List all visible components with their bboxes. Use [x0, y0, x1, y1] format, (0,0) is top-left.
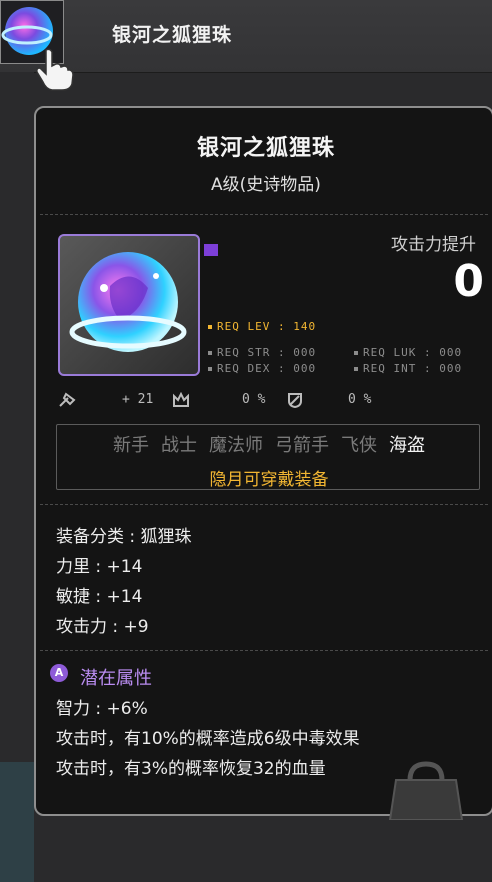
background-panel-edge: [0, 762, 34, 882]
stat-line: 攻击力 : +9: [56, 617, 149, 637]
attack-up-label: 攻击力提升: [391, 235, 476, 255]
boss-damage-value: 0 %: [242, 392, 266, 407]
job-note: 隐月可穿戴装备: [209, 470, 329, 490]
stat-line: 力里 : +14: [56, 557, 143, 577]
stat-value: +14: [106, 587, 143, 607]
grade-flag: [204, 244, 218, 256]
job-bowman: 弓箭手: [275, 435, 329, 456]
attack-up-value: 0: [453, 256, 484, 307]
lock-icon: [388, 761, 464, 820]
header-item-name: 银河之狐狸珠: [112, 24, 233, 46]
item-grade: A级(史诗物品): [211, 175, 321, 195]
item-name: 银河之狐狸珠: [196, 136, 335, 161]
item-tooltip-panel: 银河之狐狸珠 A级(史诗物品) 攻击力提升 0 REQ LEV : 140 RE…: [34, 106, 492, 820]
stat-label: 攻击力: [56, 617, 107, 637]
stat-value: +9: [123, 617, 149, 637]
upgrade-count: + 21: [122, 392, 154, 407]
stat-line: 敏捷 : +14: [56, 587, 143, 607]
potential-line: 智力 : +6%: [56, 699, 148, 719]
equip-category: 装备分类 : 狐狸珠: [56, 527, 192, 547]
potential-line: 攻击时，有10%的概率造成6级中毒效果: [56, 729, 360, 749]
job-pirate: 海盗: [389, 435, 425, 456]
stat-label: 力里: [56, 557, 90, 577]
req-dex: REQ DEX : 000: [208, 362, 316, 375]
req-str: REQ STR : 000: [208, 346, 316, 359]
potential-grade-badge: A: [50, 664, 68, 682]
job-warrior: 战士: [161, 435, 197, 456]
fox-bead-icon: [69, 252, 187, 352]
ignore-defense-icon: [288, 393, 302, 408]
divider: [40, 214, 488, 215]
job-magician: 魔法师: [209, 435, 263, 456]
potential-title: 潜在属性: [80, 668, 152, 689]
item-image-frame: [58, 234, 200, 376]
stat-label: 敏捷: [56, 587, 90, 607]
divider: [40, 504, 488, 505]
ignore-defense-value: 0 %: [348, 392, 372, 407]
req-level: REQ LEV : 140: [208, 320, 316, 333]
hand-cursor-icon: [36, 48, 74, 91]
potential-line: 攻击时，有3%的概率恢复32的血量: [56, 759, 326, 779]
job-requirements: 新手 战士 魔法师 弓箭手 飞侠 海盗 隐月可穿戴装备: [56, 424, 480, 490]
stat-value: +14: [106, 557, 143, 577]
boss-damage-icon: [173, 392, 189, 407]
background-left-strip: [0, 72, 34, 882]
upgrade-hammer-icon: [59, 392, 76, 407]
job-beginner: 新手: [113, 435, 149, 456]
tooltip-header: 银河之狐狸珠: [0, 0, 492, 91]
req-luk: REQ LUK : 000: [354, 346, 462, 359]
divider: [40, 650, 488, 651]
req-int: REQ INT : 000: [354, 362, 462, 375]
job-thief: 飞侠: [341, 435, 377, 456]
